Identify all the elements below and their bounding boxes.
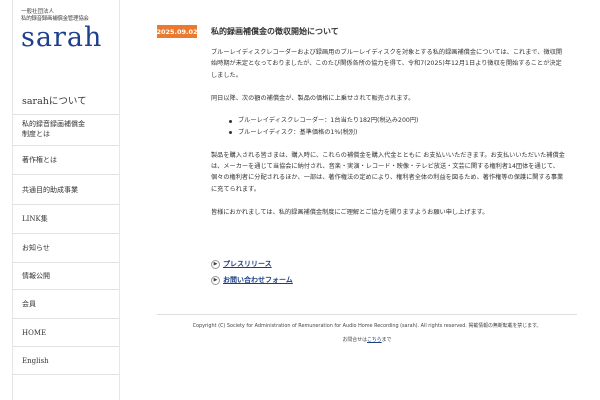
news-date-badge: 2025.09.02 <box>156 25 198 38</box>
sidebar-item-news[interactable]: お知らせ <box>13 234 119 263</box>
play-arrow-icon: ▶ <box>211 275 220 285</box>
press-release-label[interactable]: プレスリリース <box>223 259 272 269</box>
sidebar-item-label: LINK集 <box>22 215 48 223</box>
news-paragraph: 皆様におかれましては、私的録画補償金制度にご理解とご協力を賜りますようお願い申し… <box>211 208 489 216</box>
copyright-text: Copyright (C) Society for Administration… <box>192 323 542 329</box>
contact-link[interactable]: こちら <box>367 337 382 343</box>
sidebar-item-label: HOME <box>22 328 47 337</box>
contact-form-label[interactable]: お問い合わせフォーム <box>223 275 293 285</box>
sidebar-item-label: sarahについて <box>22 95 87 107</box>
main-content: 2025.09.02 私的録画補償金の徴収開始について ブルーレイディスクレコー… <box>156 0 577 400</box>
sidebar-item-label: 情報公開 <box>22 272 50 280</box>
contact-form-link[interactable]: ▶ お問い合わせフォーム <box>211 275 293 285</box>
sidebar-item-disclosure[interactable]: 情報公開 <box>13 263 119 290</box>
sidebar-item-label: 著作権とは <box>22 156 57 164</box>
list-item: ブルーレイディスクレコーダー：1台当たり182円(税込み200円) <box>229 115 567 126</box>
sidebar-item-members[interactable]: 会員 <box>13 290 119 319</box>
news-paragraph: 製品を購入される皆さまは、購入時に、これらの補償金を購入代金とともに お支払いい… <box>211 151 565 193</box>
news-title: 私的録画補償金の徴収開始について <box>211 27 339 36</box>
sidebar-item-copyright[interactable]: 著作権とは <box>13 146 119 175</box>
contact-prefix: お問合せは <box>342 337 367 343</box>
list-item-text: ブルーレイディスクレコーダー：1台当たり182円(税込み200円) <box>238 117 419 125</box>
sidebar: 一般社団法人 私的録音録画補償金管理協会 sarah sarahについて 私的録… <box>12 0 120 400</box>
press-release-link[interactable]: ▶ プレスリリース <box>211 259 272 269</box>
sidebar-nav: sarahについて 私的録音録画補償金制度とは 著作権とは 共通目的助成事業 L… <box>13 89 119 375</box>
sidebar-item-label: 私的録音録画補償金制度とは <box>22 120 85 138</box>
footer-contact: お問合せはこちらまで <box>157 336 577 343</box>
news-paragraph: ブルーレイディスクレコーダーおよび録画用のブルーレイディスクを対象とする私的録画… <box>211 49 563 79</box>
sidebar-item-label: 共通目的助成事業 <box>22 185 78 194</box>
bullet-icon <box>229 119 232 123</box>
news-body: ブルーレイディスクレコーダーおよび録画用のブルーレイディスクを対象とする私的録画… <box>211 47 567 229</box>
list-item: ブルーレイディスク：基準価格の1%(税別) <box>229 127 567 138</box>
sidebar-item-links[interactable]: LINK集 <box>13 205 119 234</box>
sidebar-item-grants[interactable]: 共通目的助成事業 <box>13 175 119 205</box>
sidebar-item-about[interactable]: sarahについて <box>13 89 119 115</box>
bullet-icon <box>229 130 232 134</box>
news-paragraph: 同日以降、次の額の補償金が、製品の価格に上乗せされて販売されます。 <box>211 94 415 102</box>
logo[interactable]: 一般社団法人 私的録音録画補償金管理協会 sarah <box>21 9 113 52</box>
logo-org-type: 一般社団法人 <box>21 9 55 15</box>
price-list: ブルーレイディスクレコーダー：1台当たり182円(税込み200円) ブルーレイデ… <box>229 115 567 138</box>
list-item-text: ブルーレイディスク：基準価格の1%(税別) <box>238 128 358 136</box>
play-arrow-icon: ▶ <box>211 259 220 269</box>
logo-sarah: sarah <box>21 22 103 53</box>
sidebar-item-system[interactable]: 私的録音録画補償金制度とは <box>13 115 119 146</box>
contact-suffix: まで <box>381 337 392 343</box>
sidebar-item-label: お知らせ <box>22 244 50 252</box>
sidebar-item-label: 会員 <box>22 300 36 308</box>
sidebar-item-label: English <box>22 356 49 365</box>
footer-divider <box>157 314 577 315</box>
sidebar-item-home[interactable]: HOME <box>13 319 119 347</box>
sidebar-item-english[interactable]: English <box>13 347 119 375</box>
